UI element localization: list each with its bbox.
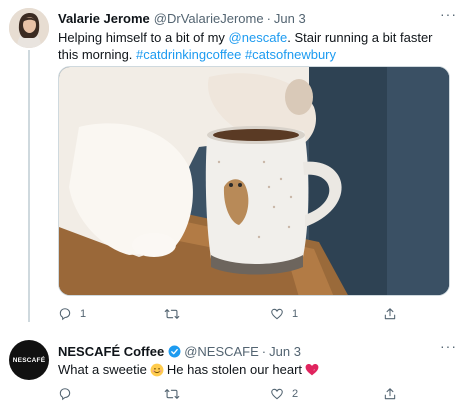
tweet-date[interactable]: Jun 3	[274, 11, 306, 26]
like-count: 2	[292, 388, 299, 400]
verified-badge-icon	[168, 345, 181, 357]
reply-button[interactable]	[58, 387, 72, 401]
more-options-button[interactable]: ···	[440, 6, 457, 22]
retweet-button[interactable]	[164, 307, 180, 321]
avatar-logo-text: NESCAFÉ	[12, 356, 46, 364]
share-button[interactable]	[383, 387, 397, 401]
author-handle[interactable]: @DrValarieJerome	[154, 11, 264, 26]
author-name[interactable]: Valarie Jerome	[58, 11, 150, 26]
mention-link[interactable]: @nescafe	[229, 30, 288, 45]
like-button[interactable]: 2	[270, 387, 298, 401]
reply-icon	[59, 308, 71, 321]
share-icon	[384, 388, 396, 400]
like-button[interactable]: 1	[270, 307, 298, 321]
share-icon	[384, 308, 396, 320]
reply-icon	[59, 388, 71, 401]
author-handle[interactable]: @NESCAFE	[184, 344, 259, 359]
hashtag-link[interactable]: #catdrinkingcoffee	[136, 47, 241, 62]
tweet-text: What a sweetie He has stolen our heart	[58, 361, 322, 378]
like-icon	[271, 388, 283, 400]
heart-emoji	[305, 363, 319, 376]
tweet-photo[interactable]	[58, 66, 450, 296]
retweet-button[interactable]	[164, 387, 180, 401]
share-button[interactable]	[383, 307, 397, 321]
retweet-icon	[164, 389, 180, 399]
separator-dot: ·	[266, 10, 271, 26]
tweet-text-part: He has stolen our heart	[166, 362, 303, 377]
reply-button[interactable]: 1	[58, 307, 86, 321]
tweet-header: Valarie Jerome @DrValarieJerome · Jun 3	[58, 10, 306, 26]
tweet-header: NESCAFÉ Coffee @NESCAFE · Jun 3	[58, 343, 301, 359]
smiling-face-emoji	[150, 363, 164, 376]
separator-dot: ·	[261, 343, 267, 359]
tweet-date[interactable]: Jun 3	[269, 344, 301, 359]
tweet-text-part: What a sweetie	[58, 362, 147, 377]
avatar[interactable]	[9, 8, 49, 48]
author-name[interactable]: NESCAFÉ Coffee	[58, 344, 164, 359]
retweet-icon	[164, 309, 180, 319]
like-icon	[271, 308, 283, 320]
more-options-button[interactable]: ···	[440, 338, 457, 354]
thread-connector-line	[28, 50, 30, 322]
avatar[interactable]: NESCAFÉ	[9, 340, 49, 380]
tweet-text: Helping himself to a bit of my @nescafe.…	[58, 29, 450, 63]
like-count: 1	[292, 308, 299, 320]
tweet-text-part: Helping himself to a bit of my	[58, 30, 229, 45]
hashtag-link[interactable]: #catsofnewbury	[245, 47, 336, 62]
reply-count: 1	[80, 308, 87, 320]
